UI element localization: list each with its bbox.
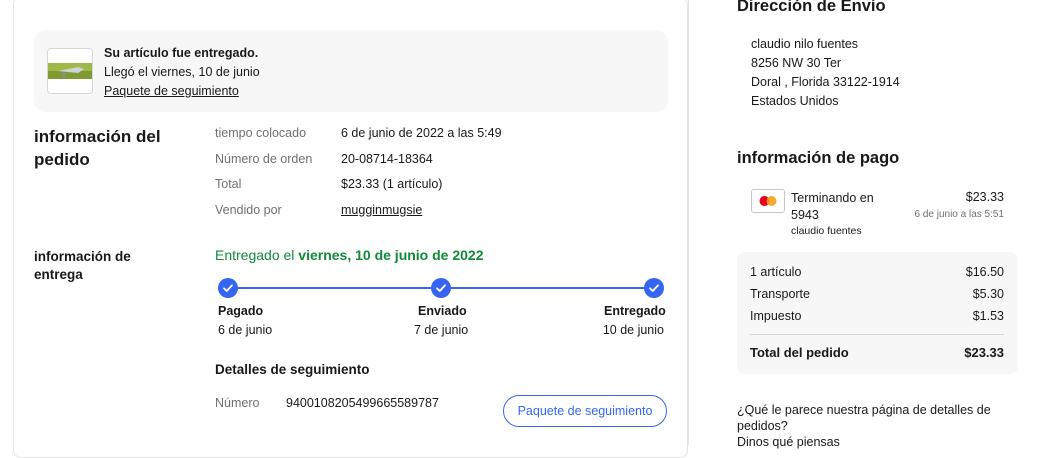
tracking-number-label: Número [215,396,260,410]
check-icon [431,278,451,298]
delivery-status-text: Su artículo fue entregado. [104,46,259,60]
address-line: Doral , Florida 33122-1914 [751,75,900,89]
order-info-heading: información del pedido [34,127,161,169]
order-number-label: Número de orden [215,152,313,166]
feedback-link[interactable]: Dinos qué piensas [737,435,840,449]
step-paid-label: Pagado [218,304,264,318]
tracking-number-value: 9400108205499665589787 [286,396,439,410]
step-shipped-date: 7 de junio [414,323,469,337]
total-label: Total [215,177,242,191]
order-number-value: 20-08714-18364 [341,152,433,166]
placed-time-value: 6 de junio de 2022 a las 5:49 [341,126,502,140]
check-icon [644,278,664,298]
banner-tracking-link[interactable]: Paquete de seguimiento [104,82,239,101]
arrival-text: Llegó el viernes, 10 de junio [104,65,260,79]
summary-row: Impuesto $1.53 [750,309,1004,323]
tracking-details-heading: Detalles de seguimiento [215,362,370,377]
seller-label: Vendido por [215,203,282,217]
summary-divider [750,334,1004,335]
check-icon [218,278,238,298]
order-total-row: Total del pedido $23.33 [750,345,1004,360]
delivered-status: Entregado el viernes, 10 de junio de 202… [215,247,484,263]
delivery-status-banner: Su artículo fue entregado. Llegó el vier… [34,30,668,112]
step-paid-date: 6 de junio [218,323,273,337]
address-line: 8256 NW 30 Ter [751,56,842,70]
summary-row: 1 artículo $16.50 [750,265,1004,279]
placed-time-label: tiempo colocado [215,126,307,140]
payment-info-heading: información de pago [737,149,900,167]
column-divider [688,0,689,445]
payment-amount: $23.33 [965,190,1004,204]
payment-date: 6 de junio a las 5:51 [914,209,1004,220]
order-summary: 1 artículo $16.50 Transporte $5.30 Impuest… [737,252,1018,374]
delivery-info-heading: información de entrega [34,249,131,282]
summary-row: Transporte $5.30 [750,287,1004,301]
total-value: $23.33 (1 artículo) [341,177,443,191]
track-package-button[interactable]: Paquete de seguimiento [503,395,667,427]
step-delivered-label: Entregado [604,304,666,318]
step-delivered-date: 10 de junio [602,323,664,337]
seller-link[interactable]: mugginmugsie [341,203,422,217]
card-holder: claudio fuentes [791,225,862,237]
feedback-question: ¿Qué le parece nuestra página de detalle… [737,403,991,433]
step-shipped-label: Enviado [418,304,467,318]
item-thumbnail[interactable] [47,48,93,94]
card-ending: Terminando en 5943 [791,191,874,222]
mastercard-icon [751,189,785,213]
address-line: Estados Unidos [751,94,839,108]
address-line: claudio nilo fuentes [751,37,859,51]
shipping-address: claudio nilo fuentes 8256 NW 30 Ter Dora… [751,35,900,111]
shipping-address-heading: Dirección de Envío [737,0,886,15]
